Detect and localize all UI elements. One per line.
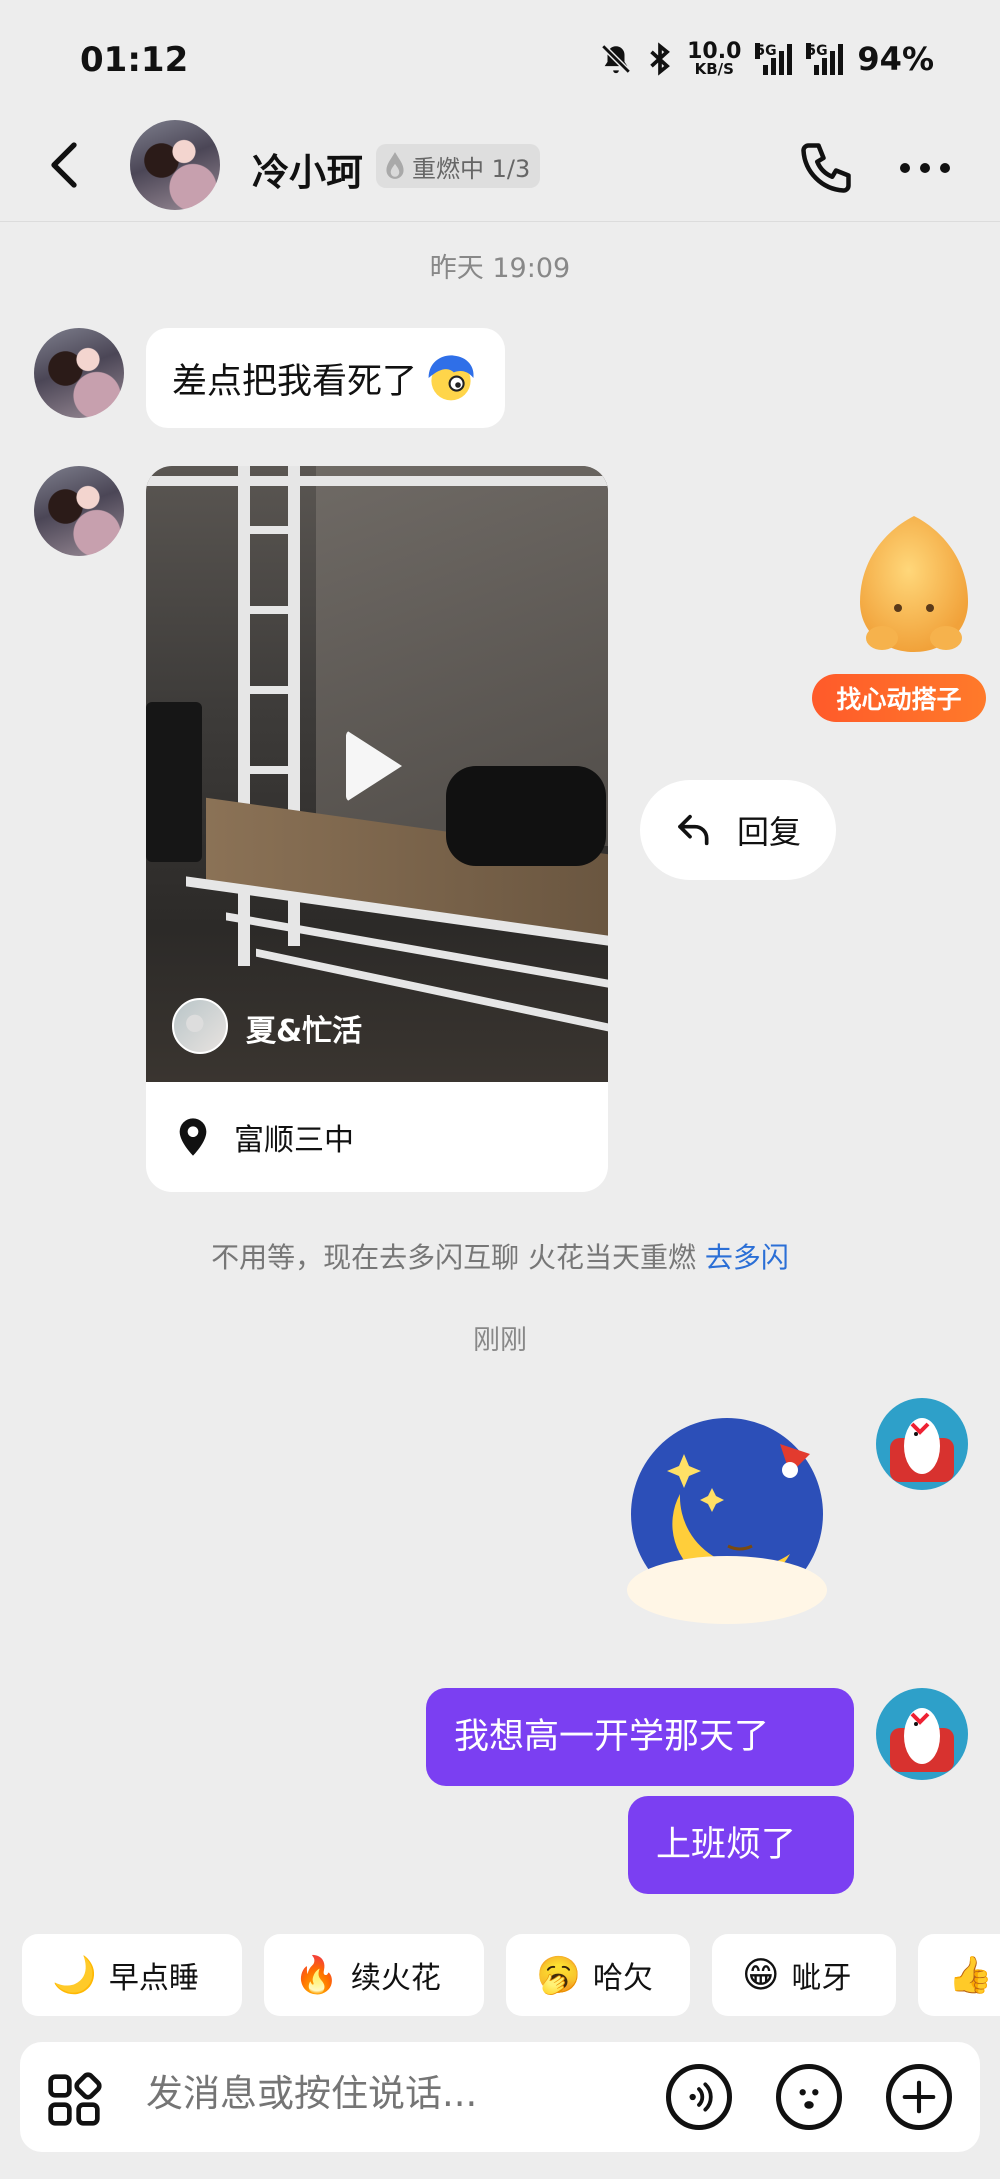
video-share-card[interactable]: 夏&忙活 富顺三中 [146,466,608,1192]
grin-emoji-icon: 😁 [742,1954,780,1996]
sender-avatar[interactable] [34,328,124,418]
timestamp: 刚刚 [473,1325,527,1356]
play-icon[interactable] [346,730,402,802]
fire-emoji-icon: 🔥 [294,1955,339,1996]
location-pin-icon [179,1118,207,1156]
timestamp: 昨天 19:09 [429,253,571,284]
emoji-icon[interactable] [776,2064,842,2130]
quick-reply-chip[interactable]: 🔥 续火花 [264,1934,484,2016]
chat-header: 冷小珂 重燃中 1/3 [0,110,1000,222]
my-avatar[interactable] [876,1688,968,1780]
blue-hair-emoji-icon [428,355,474,401]
message-input-bar [20,2042,980,2152]
plus-icon[interactable] [886,2064,952,2130]
apps-grid-icon[interactable] [46,2072,102,2128]
video-author-name: 夏&忙活 [246,1014,363,1049]
reply-button[interactable]: 回复 [640,780,836,880]
video-author-avatar [172,998,228,1054]
find-partner-tag[interactable]: 找心动搭子 [812,674,986,722]
flame-drop-icon [386,152,404,179]
location-text: 富顺三中 [234,1123,354,1158]
quick-reply-bar: 🌙 早点睡 🔥 续火花 🥱 哈欠 😁 呲牙 👍 [22,1934,1000,2016]
message-bubble-incoming[interactable]: 差点把我看死了 [146,328,506,428]
system-tip: 不用等，现在去多闪互聊 火花当天重燃 去多闪 [0,1236,1000,1276]
moon-sleep-sticker[interactable] [620,1414,834,1628]
contact-name[interactable]: 冷小珂 [252,142,363,196]
quick-reply-chip[interactable]: 🥱 哈欠 [506,1934,690,2016]
battery-level: 94% [857,40,934,78]
signal-strength-1: 5G [755,43,793,75]
reply-label: 回复 [736,813,801,851]
signal-strength-2: 5G [806,43,844,75]
quick-reply-chip[interactable]: 😁 呲牙 [712,1934,896,2016]
status-icons: 10.0 KB/S 5G 5G 94% [599,40,934,78]
go-duoshan-link[interactable]: 去多闪 [705,1241,789,1274]
my-avatar[interactable] [876,1398,968,1490]
status-time: 01:12 [80,40,189,80]
video-location[interactable]: 富顺三中 [146,1082,608,1192]
fire-status-text: 重燃中 1/3 [412,154,531,183]
message-bubble-outgoing[interactable]: 上班烦了 [628,1796,854,1894]
phone-call-icon[interactable] [796,138,856,198]
quick-reply-chip[interactable]: 🌙 早点睡 [22,1934,242,2016]
system-tip-text: 不用等，现在去多闪互聊 火花当天重燃 [211,1241,705,1274]
peach-mascot-icon[interactable] [846,510,982,660]
sender-avatar[interactable] [34,466,124,556]
bluetooth-icon [650,42,671,76]
contact-avatar[interactable] [130,120,220,210]
net-speed: 10.0 KB/S [687,38,742,78]
more-options-icon[interactable] [900,158,960,178]
fire-status-badge[interactable]: 重燃中 1/3 [376,144,541,188]
back-arrow-icon[interactable] [44,140,84,190]
quick-reply-chip[interactable]: 👍 [918,1934,1000,2016]
thumbs-up-emoji-icon: 👍 [948,1955,993,1996]
chick-avatar-icon [890,1708,954,1772]
reply-arrow-icon [678,814,709,846]
mute-bell-icon [601,44,631,74]
message-bubble-outgoing[interactable]: 我想高一开学那天了 [426,1688,854,1786]
voice-icon[interactable] [666,2064,732,2130]
chick-avatar-icon [890,1418,954,1482]
moon-emoji-icon: 🌙 [52,1955,97,1996]
message-input[interactable] [146,2072,646,2115]
video-thumbnail[interactable]: 夏&忙活 [146,466,608,1082]
yawn-emoji-icon: 🥱 [536,1955,581,1996]
